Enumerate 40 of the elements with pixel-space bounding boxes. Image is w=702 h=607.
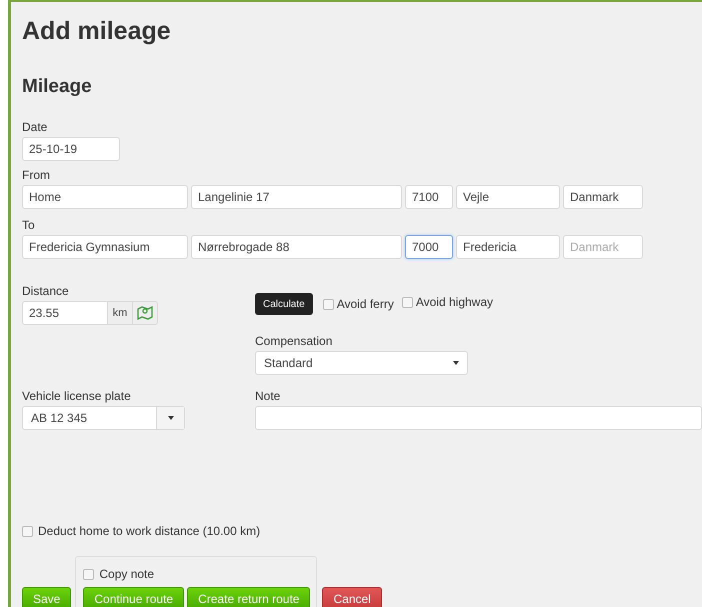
map-button[interactable] bbox=[133, 301, 158, 325]
text-field[interactable]: 7000 bbox=[405, 235, 453, 259]
field-label: From bbox=[22, 168, 51, 182]
vehicle-select[interactable]: AB 12 345 bbox=[22, 406, 185, 430]
field-label: Vehicle license plate bbox=[22, 389, 132, 403]
checkbox-label: Avoid highway bbox=[416, 294, 494, 311]
checkbox-label: Copy note bbox=[99, 566, 154, 583]
date-field[interactable]: 25-10-19 bbox=[22, 137, 120, 161]
calculate-button[interactable]: Calculate bbox=[255, 293, 313, 315]
text-field[interactable]: Danmark bbox=[563, 235, 643, 259]
checkbox[interactable] bbox=[22, 526, 33, 536]
dropdown-button[interactable] bbox=[156, 407, 184, 429]
field-label: Date bbox=[22, 120, 48, 134]
field-label: To bbox=[22, 218, 36, 232]
checkbox[interactable] bbox=[83, 568, 94, 580]
text-field[interactable]: Langelinie 17 bbox=[191, 185, 402, 209]
page-title: Add mileage bbox=[22, 16, 172, 46]
text-field[interactable]: Fredericia Gymnasium bbox=[22, 235, 188, 259]
field-label: Distance bbox=[22, 284, 70, 298]
compensation-select[interactable]: Standard bbox=[255, 351, 468, 375]
map-icon bbox=[137, 305, 153, 321]
action-button[interactable]: Cancel bbox=[322, 587, 382, 607]
text-field[interactable]: Danmark bbox=[563, 185, 643, 209]
section-title: Mileage bbox=[22, 76, 93, 98]
text-field[interactable]: 7100 bbox=[405, 185, 453, 209]
caret-icon bbox=[168, 416, 174, 420]
checkbox[interactable] bbox=[402, 296, 413, 308]
text-field[interactable]: Vejle bbox=[456, 185, 560, 209]
unit-label: km bbox=[108, 301, 133, 325]
distance-field[interactable]: 23.55 bbox=[22, 301, 108, 325]
note-field[interactable] bbox=[255, 406, 702, 430]
field-label: Note bbox=[255, 389, 282, 403]
checkbox-label: Avoid ferry bbox=[336, 296, 394, 313]
text-field[interactable]: Fredericia bbox=[456, 235, 560, 259]
text-field[interactable]: Home bbox=[22, 185, 188, 209]
checkbox-label: Deduct home to work distance (10.00 km) bbox=[38, 523, 260, 540]
checkbox[interactable] bbox=[322, 298, 334, 310]
caret-icon bbox=[453, 361, 459, 365]
text-field[interactable]: Nørrebrogade 88 bbox=[191, 235, 402, 259]
field-label: Compensation bbox=[255, 334, 334, 348]
